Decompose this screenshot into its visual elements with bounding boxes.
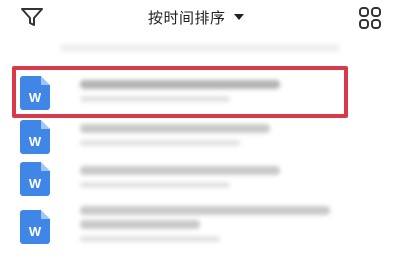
doc-icon-letter: W — [28, 224, 42, 239]
blurred-file-name-line2 — [80, 220, 200, 229]
doc-icon-letter: W — [28, 90, 42, 105]
top-bar: 按时间排序 — [0, 0, 400, 36]
doc-icon-letter: W — [28, 134, 42, 149]
filter-button[interactable] — [20, 6, 44, 28]
doc-icon-letter: W — [28, 176, 42, 191]
blurred-file-name — [80, 80, 280, 89]
blurred-file-meta — [80, 96, 230, 102]
file-row-2[interactable]: W — [0, 116, 400, 156]
sort-dropdown[interactable]: 按时间排序 — [148, 6, 244, 28]
file-row-1[interactable]: W — [0, 68, 400, 116]
caret-down-icon — [233, 14, 244, 20]
word-doc-icon: W — [20, 76, 50, 110]
blurred-file-name — [80, 206, 330, 215]
sort-label: 按时间排序 — [148, 8, 226, 27]
word-doc-icon: W — [20, 162, 50, 196]
blurred-file-name — [80, 124, 270, 133]
word-doc-icon: W — [20, 210, 50, 244]
file-list-screen: 按时间排序 W W W W — [0, 0, 400, 260]
blurred-file-meta — [80, 236, 220, 242]
blurred-file-meta — [80, 140, 240, 146]
grid-view-button[interactable] — [358, 6, 382, 30]
blurred-file-meta — [80, 182, 230, 188]
filter-icon — [21, 8, 43, 26]
file-row-3[interactable]: W — [0, 158, 400, 198]
word-doc-icon: W — [20, 120, 50, 154]
blurred-section-header — [60, 44, 340, 52]
grid-view-icon — [359, 7, 381, 29]
file-row-4[interactable]: W — [0, 202, 400, 254]
blurred-file-name — [80, 166, 280, 175]
